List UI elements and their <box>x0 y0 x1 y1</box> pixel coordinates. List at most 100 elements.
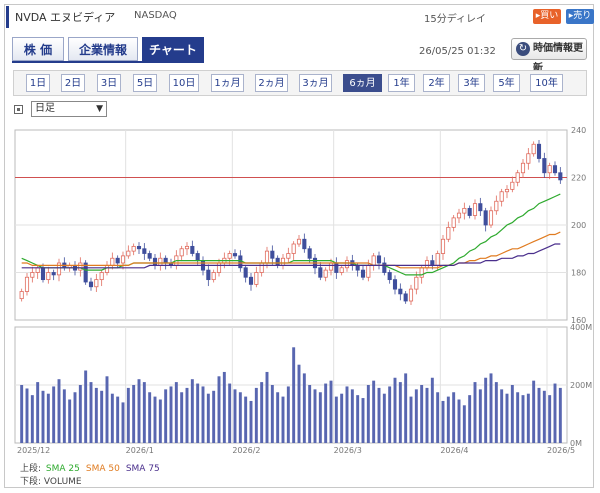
candle-up <box>472 203 478 216</box>
volume-bar <box>46 393 50 443</box>
volume-bar <box>292 347 296 443</box>
legend-lower-value: VOLUME <box>43 477 82 487</box>
volume-bar <box>52 386 56 443</box>
volume-bar <box>238 392 242 443</box>
volume-bar <box>217 376 221 443</box>
legend-item-sma-50: SMA 50 <box>85 464 120 474</box>
volume-bar <box>212 390 216 443</box>
candle-down <box>232 253 238 257</box>
volume-bar <box>78 385 82 443</box>
volume-bar <box>548 395 552 443</box>
candle-up <box>456 212 462 219</box>
candle-up <box>94 279 99 288</box>
candle-up <box>339 267 344 273</box>
volume-bar <box>164 389 168 443</box>
volume-bar <box>201 386 205 443</box>
volume-bar <box>41 390 45 443</box>
volume-bar <box>169 386 173 443</box>
candle-up <box>30 272 35 278</box>
volume-bar <box>57 379 61 443</box>
volume-bar <box>25 388 29 443</box>
volume-bar <box>110 393 114 443</box>
volume-bar <box>377 387 381 443</box>
volume-bar <box>340 393 344 443</box>
volume-bar <box>420 385 424 443</box>
candle-up <box>515 172 520 183</box>
candle-down <box>195 253 200 262</box>
volume-bar <box>505 393 509 443</box>
candle-down <box>40 267 46 281</box>
volume-bar <box>446 396 450 443</box>
legend-upper-label: 上段: <box>20 464 42 474</box>
candle-down <box>430 260 435 266</box>
candle-up <box>414 276 419 290</box>
candle-down <box>376 255 382 264</box>
candle-up <box>446 226 451 240</box>
candle-down <box>243 267 248 278</box>
candle-down <box>248 276 254 285</box>
legend-item-sma-75: SMA 75 <box>125 464 160 474</box>
volume-bar <box>526 393 530 443</box>
candle-up <box>488 210 494 226</box>
x-tick-label: 2026/1 <box>126 446 154 455</box>
x-tick-label: 2026/3 <box>334 446 362 455</box>
candle-up <box>296 238 302 245</box>
volume-bar <box>270 385 274 443</box>
volume-bar <box>345 386 349 443</box>
candle-up <box>46 272 51 281</box>
candle-down <box>152 257 158 266</box>
volume-bar <box>553 383 557 443</box>
candle-up <box>451 217 456 228</box>
volume-bar <box>206 393 210 443</box>
volume-bar <box>318 392 322 443</box>
volume-bar <box>297 364 301 443</box>
candle-up <box>323 269 328 278</box>
volume-bar <box>468 395 472 443</box>
candle-up <box>286 253 291 259</box>
candle-down <box>51 272 56 276</box>
candle-up <box>499 191 504 202</box>
candle-up <box>419 267 424 278</box>
candle-down <box>467 207 472 216</box>
candle-up <box>24 276 30 292</box>
candle-down <box>360 269 366 278</box>
candle-up <box>328 262 334 271</box>
candle-up <box>110 257 115 266</box>
candle-up <box>158 257 163 266</box>
candle-down <box>552 165 558 174</box>
x-tick-label: 2026/2 <box>232 446 260 455</box>
volume-bar <box>409 396 413 443</box>
candle-down <box>542 158 547 174</box>
volume-bar <box>222 371 226 443</box>
volume-bar <box>276 392 280 443</box>
candle-down <box>206 269 211 281</box>
candle-down <box>355 264 360 271</box>
volume-bar <box>89 382 93 443</box>
volume-bar <box>494 382 498 443</box>
volume-bar <box>233 389 237 443</box>
volume-bar <box>425 387 429 443</box>
volume-bar <box>30 395 34 443</box>
candle-down <box>302 238 307 250</box>
x-tick-label: 2026/4 <box>440 446 468 455</box>
volume-bar <box>174 382 178 443</box>
volume-bar <box>404 373 408 443</box>
volume-bar <box>521 395 525 443</box>
candle-down <box>270 250 275 259</box>
candle-up <box>504 188 510 193</box>
price-tick-label: 180 <box>571 269 586 278</box>
volume-bar <box>372 380 376 443</box>
volume-bar <box>244 396 248 443</box>
candle-down <box>147 253 152 259</box>
volume-bar <box>436 392 440 443</box>
volume-bar <box>142 382 146 443</box>
volume-bar <box>84 370 88 443</box>
volume-bar <box>334 396 338 443</box>
volume-bar <box>473 382 477 443</box>
legend-lower-label: 下段: <box>20 477 42 487</box>
candle-up <box>120 255 126 264</box>
candle-up <box>179 248 184 257</box>
volume-bar <box>393 377 397 443</box>
candle-up <box>126 250 131 257</box>
volume-bar <box>254 387 258 443</box>
